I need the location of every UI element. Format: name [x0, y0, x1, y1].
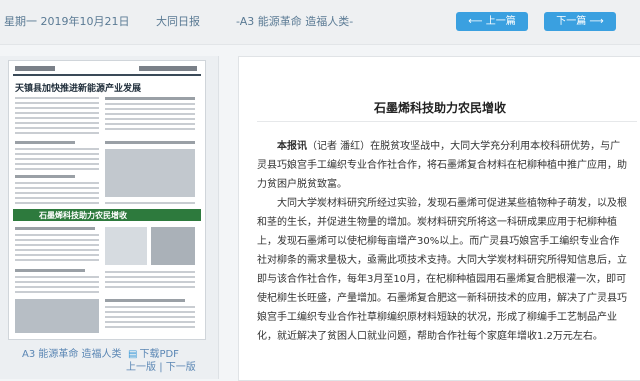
lead-text: （记者 潘红）在脱贫攻坚战中，大同大学充分利用本校科研优势，与广灵县巧娘宫手工编…	[257, 141, 627, 190]
arrow-left-icon: ⟵	[468, 16, 486, 27]
title-divider	[257, 121, 637, 122]
next-page-link[interactable]: 下一版	[166, 362, 196, 373]
article-panel: 石墨烯科技助力农民增收 本报讯（记者 潘红）在脱贫攻坚战中，大同大学充分利用本校…	[238, 56, 640, 381]
issue-date: 星期一 2019年10月21日	[4, 15, 130, 28]
newspaper-page-thumbnail[interactable]: 天镇县加快推进新能源产业发展 石墨烯科技助力农民增收	[8, 60, 206, 340]
article-title: 石墨烯科技助力农民增收	[373, 101, 506, 115]
top-bar: 星期一 2019年10月21日 大同日报 -A3 能源革命 造福人类- ⟵ 上一…	[0, 0, 640, 45]
thumbnail-headline-2: 石墨烯科技助力农民增收	[39, 211, 127, 220]
section-name: -A3 能源革命 造福人类-	[236, 15, 354, 28]
arrow-right-icon: ⟶	[586, 16, 604, 27]
prev-page-link[interactable]: 上一版	[126, 362, 156, 373]
thumbnail-headline-1: 天镇县加快推进新能源产业发展	[15, 84, 142, 94]
article-lead-paragraph: 本报讯（记者 潘红）在脱贫攻坚战中，大同大学充分利用本校科研优势，与广灵县巧娘宫…	[257, 137, 627, 194]
next-article-button[interactable]: 下一篇 ⟶	[544, 12, 616, 31]
prev-article-button[interactable]: ⟵ 上一篇	[456, 12, 528, 31]
page-thumbnail-panel: 天镇县加快推进新能源产业发展 石墨烯科技助力农民增收 A3 能源革命 造福人类 …	[0, 56, 219, 379]
newspaper-name: 大同日报	[156, 15, 200, 28]
page-nav: 上一版 | 下一版	[126, 358, 196, 373]
lead-tag: 本报讯	[277, 141, 307, 152]
article-body-paragraph: 大同大学炭材料研究所经过实验，发现石墨烯可促进某些植物种子萌发，以及根和茎的生长…	[257, 198, 627, 342]
page-section-link[interactable]: A3 能源革命 造福人类	[22, 345, 122, 360]
